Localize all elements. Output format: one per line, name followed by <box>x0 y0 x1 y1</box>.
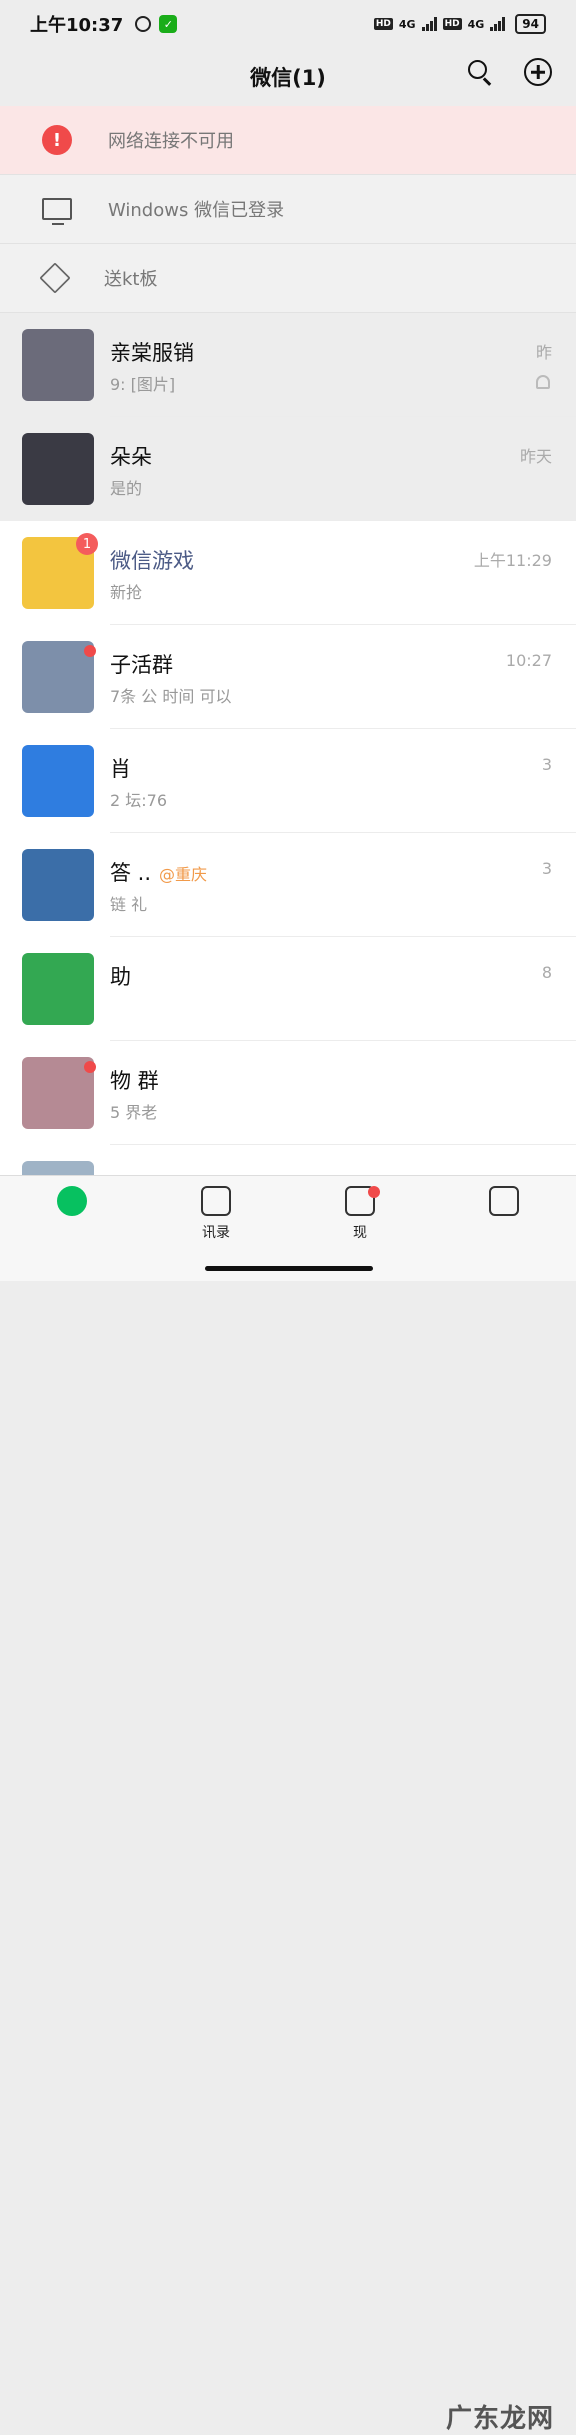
chat-time: 昨天 <box>519 447 552 466</box>
avatar <box>22 329 94 401</box>
chat-list-item[interactable]: 助8 <box>0 937 576 1041</box>
alarm-icon <box>135 16 152 32</box>
chat-name-text: 肖 <box>110 757 131 781</box>
chat-name: 朵朵 <box>110 441 152 471</box>
plus-icon[interactable] <box>524 58 552 86</box>
avatar <box>22 433 94 505</box>
chat-name-text: 亲棠服销 <box>110 341 194 365</box>
chat-list-item[interactable]: 肖 2 坛:76 3 <box>0 729 576 833</box>
status-bar: 上午10:37 ✓ HD 4G HD 4G 94 <box>0 0 576 48</box>
pc-login-text: Windows 微信已登录 <box>108 200 285 221</box>
pc-login-banner[interactable]: Windows 微信已登录 <box>0 175 576 244</box>
chat-time: 10:27 <box>505 651 552 670</box>
chat-list-item[interactable]: 子活群 7条 公 时间 可以 10:27 <box>0 625 576 729</box>
status-time: 上午10:37 <box>30 15 124 36</box>
mute-bell-icon <box>536 375 550 389</box>
chat-list: 亲棠服销 9: [图片] 昨朵朵是的 昨天 1 微信游戏新抢 上午11:29 子活群 7条 公 … <box>0 313 576 1175</box>
chat-list-item[interactable]: 1 微信游戏新抢 上午11:29 <box>0 521 576 625</box>
avatar-image <box>22 1161 94 1175</box>
tab-me[interactable] <box>432 1176 576 1281</box>
signal-icon <box>421 17 437 31</box>
contacts-icon <box>201 1186 231 1216</box>
page-title: 微信(1) <box>250 66 326 90</box>
chat-name: 亲棠服销 <box>110 337 194 367</box>
avatar-image <box>22 745 94 817</box>
network-gen-2: 4G <box>467 17 485 31</box>
status-indicators: HD 4G HD 4G 94 <box>373 14 546 34</box>
chat-preview: 2 坛:76 <box>110 791 168 810</box>
chat-name-text: 子活群 <box>110 653 173 677</box>
file-transfer-banner[interactable]: 送kt板 <box>0 244 576 313</box>
chat-time: 3 <box>541 859 552 878</box>
avatar-image <box>22 953 94 1025</box>
chat-icon <box>57 1186 87 1216</box>
avatar <box>22 953 94 1025</box>
chat-name-text: 答 .. <box>110 861 152 885</box>
chat-preview: 5 界老 <box>110 1103 158 1122</box>
unread-dot <box>84 645 96 657</box>
network-error-text: 网络连接不可用 <box>108 131 234 152</box>
mention-tag: @重庆 <box>159 865 208 884</box>
hd-badge-1: HD <box>373 18 393 30</box>
chat-preview: 7条 公 时间 可以 <box>110 687 232 706</box>
chat-preview: 是的 <box>110 479 143 498</box>
chat-name: 微信游戏 <box>110 545 194 575</box>
chat-time: 8 <box>541 963 552 982</box>
chat-name: 物 群 <box>110 1065 159 1095</box>
file-transfer-text: 送kt板 <box>104 269 158 290</box>
unread-dot <box>84 1061 96 1073</box>
notification-dot <box>368 1186 380 1198</box>
chat-list-item[interactable]: 朵朵是的 昨天 <box>0 417 576 521</box>
chat-name: 答 .. @重庆 <box>110 857 207 887</box>
error-icon: ! <box>42 125 72 155</box>
avatar-image <box>22 433 94 505</box>
chat-preview: 9: [图片] <box>110 375 176 394</box>
box-icon <box>39 262 71 294</box>
chat-name: 子活群 <box>110 649 173 679</box>
unread-badge: 1 <box>76 533 98 555</box>
chat-list-item[interactable]: 物 群 5 界老 <box>0 1041 576 1145</box>
avatar <box>22 745 94 817</box>
chat-preview: 链 礼 <box>110 895 148 914</box>
chat-time: 上午11:29 <box>473 551 552 570</box>
network-error-banner[interactable]: ! 网络连接不可用 <box>0 106 576 175</box>
monitor-icon <box>42 198 72 225</box>
chat-name: 助 <box>110 961 131 991</box>
tab-label: 讯录 <box>202 1225 230 1241</box>
person-icon <box>489 1186 519 1216</box>
avatar-image <box>22 849 94 921</box>
chat-time: 3 <box>541 755 552 774</box>
signal-icon <box>490 17 506 31</box>
chat-list-item[interactable]: 亲棠服销 9: [图片] 昨 <box>0 313 576 417</box>
chat-name-text: 物 群 <box>110 1069 159 1093</box>
hd-badge-2: HD <box>442 18 462 30</box>
network-gen-1: 4G <box>398 17 416 31</box>
chat-preview: 新抢 <box>110 583 143 602</box>
battery-indicator: 94 <box>515 14 546 34</box>
tab-label: 现 <box>353 1225 367 1241</box>
chat-name-text: 微信游戏 <box>110 549 194 573</box>
chat-list-item[interactable]: 答 .. @重庆链 礼 3 <box>0 833 576 937</box>
header: 微信(1) <box>0 48 576 106</box>
chat-time: 昨 <box>535 343 552 362</box>
shield-icon: ✓ <box>159 15 178 33</box>
avatar-image <box>22 329 94 401</box>
watermark: 广东龙网 <box>445 2404 554 2434</box>
avatar <box>22 849 94 921</box>
avatar <box>22 1161 94 1175</box>
chat-name-text: 朵朵 <box>110 445 152 469</box>
tab-chats[interactable] <box>0 1176 144 1281</box>
search-icon[interactable] <box>466 58 494 86</box>
home-indicator[interactable] <box>205 1266 373 1271</box>
chat-list-item[interactable] <box>0 1145 576 1175</box>
chat-name: 肖 <box>110 753 131 783</box>
chat-name-text: 助 <box>110 965 131 989</box>
